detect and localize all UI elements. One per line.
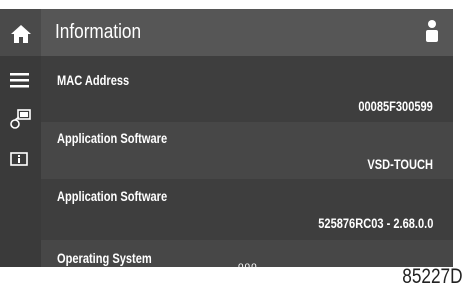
information-list[interactable]: MAC Address 00085F300599 Application Sof… <box>41 56 453 267</box>
user-icon[interactable] <box>425 19 439 43</box>
item-value: VSD-TOUCH <box>367 157 433 172</box>
network-settings-button[interactable] <box>0 101 41 135</box>
item-value: 525876RC03 - 2.68.0.0 <box>317 216 433 231</box>
sidebar <box>0 9 41 267</box>
item-label: Application Software <box>57 131 168 146</box>
menu-button[interactable] <box>0 64 41 98</box>
home-button[interactable] <box>0 9 41 56</box>
item-label: Operating System <box>57 251 152 266</box>
figure-id: 85227D <box>402 265 463 288</box>
home-icon <box>11 25 31 43</box>
item-value: 00085F300599 <box>358 99 433 114</box>
page-title: Information <box>55 21 142 43</box>
list-item: Application Software 525876RC03 - 2.68.0… <box>41 179 453 240</box>
information-button[interactable] <box>0 144 41 178</box>
device-screen: Information MAC Address 00085F300599 App… <box>0 9 453 267</box>
header-bar: Information <box>41 9 453 56</box>
list-item: Application Software VSD-TOUCH <box>41 122 453 179</box>
list-item: MAC Address 00085F300599 <box>41 56 453 122</box>
item-label: MAC Address <box>57 73 130 88</box>
page-indicator: ooo <box>238 261 258 267</box>
network-icon <box>10 109 31 129</box>
item-label: Application Software <box>57 189 168 204</box>
menu-icon <box>10 73 29 88</box>
info-icon <box>10 152 28 166</box>
